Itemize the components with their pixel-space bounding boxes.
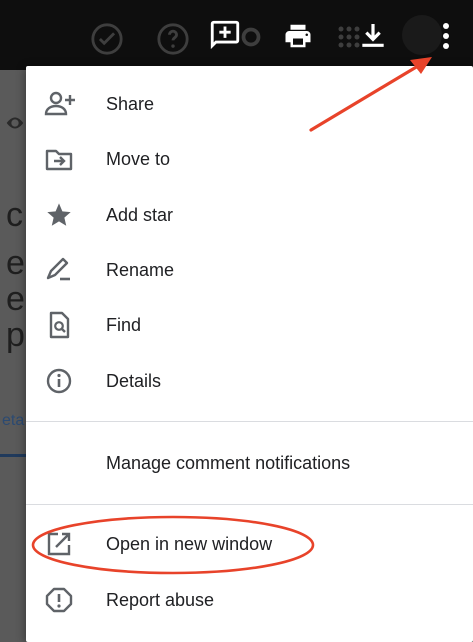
menu-divider bbox=[26, 504, 473, 505]
menu-item-label: Find bbox=[106, 315, 142, 335]
menu-item-details[interactable]: Details bbox=[26, 353, 473, 409]
menu-item-open-in-new-window[interactable]: Open in new window bbox=[26, 516, 473, 572]
help-icon bbox=[156, 22, 190, 56]
background-text-fragment: e bbox=[6, 280, 25, 318]
background-text-fragment: e bbox=[6, 244, 25, 282]
rename-pen-icon bbox=[44, 256, 74, 284]
report-octagon-icon bbox=[44, 586, 74, 614]
background-text-fragment: c bbox=[6, 196, 23, 234]
move-to-folder-icon bbox=[44, 145, 74, 173]
background-text-fragment: p bbox=[6, 316, 25, 354]
menu-item-report-abuse[interactable]: Report abuse bbox=[26, 572, 473, 628]
add-comment-icon[interactable] bbox=[207, 18, 243, 52]
menu-item-add-star[interactable]: Add star bbox=[26, 187, 473, 243]
more-actions-menu: Share Move to Add star Rename Find Detai… bbox=[26, 66, 473, 642]
menu-item-find[interactable]: Find bbox=[26, 297, 473, 353]
menu-divider bbox=[26, 421, 473, 422]
menu-item-manage-comment-notifications[interactable]: Manage comment notifications bbox=[26, 435, 473, 491]
menu-item-label: Open in new window bbox=[106, 534, 273, 554]
star-icon bbox=[44, 201, 74, 229]
menu-item-move-to[interactable]: Move to bbox=[26, 131, 473, 187]
menu-item-label: Report abuse bbox=[106, 590, 215, 610]
find-in-page-icon bbox=[44, 311, 74, 339]
check-circle-icon bbox=[90, 22, 124, 56]
person-add-icon bbox=[44, 90, 75, 118]
menu-item-label: Details bbox=[106, 371, 162, 391]
open-in-new-icon bbox=[44, 530, 74, 558]
eye-icon bbox=[4, 112, 26, 134]
download-icon[interactable] bbox=[357, 20, 389, 52]
menu-item-label: Manage comment notifications bbox=[106, 453, 351, 473]
info-icon bbox=[44, 367, 74, 395]
more-vert-icon[interactable] bbox=[436, 20, 456, 52]
menu-item-rename[interactable]: Rename bbox=[26, 242, 473, 298]
menu-item-label: Share bbox=[106, 94, 155, 114]
background-link-fragment: eta bbox=[2, 412, 25, 429]
menu-item-label: Add star bbox=[106, 205, 174, 225]
menu-item-label: Move to bbox=[106, 149, 171, 169]
print-icon[interactable] bbox=[281, 21, 315, 51]
menu-item-label: Rename bbox=[106, 260, 175, 280]
background-underline bbox=[0, 454, 26, 457]
menu-item-share[interactable]: Share bbox=[26, 76, 473, 132]
